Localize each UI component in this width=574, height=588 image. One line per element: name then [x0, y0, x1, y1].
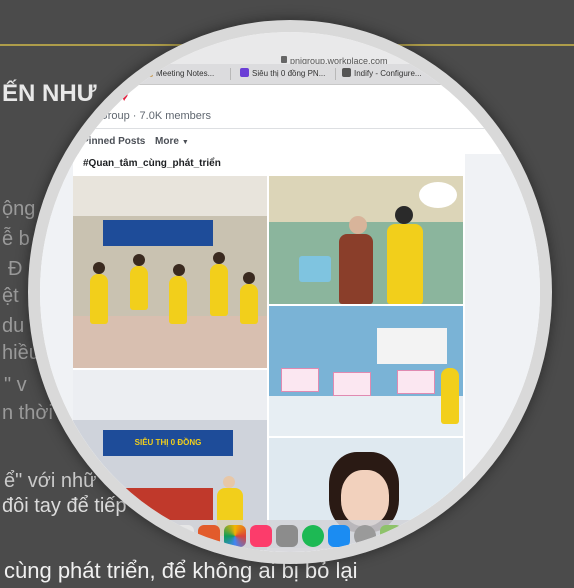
person — [169, 276, 187, 324]
header-divider — [78, 128, 498, 129]
donation-sign — [397, 370, 435, 394]
tab-pinned-posts[interactable]: Pinned Posts — [82, 136, 145, 147]
photos-icon[interactable] — [224, 525, 246, 547]
tab-indify[interactable]: Indify - Configure... — [342, 67, 422, 81]
system-preferences-icon[interactable] — [354, 525, 376, 547]
tab-sieu-thi[interactable]: Siêu thị 0 đồng PN... — [240, 67, 325, 81]
tab-more[interactable]: More ▼ — [155, 136, 189, 147]
post-photo[interactable] — [269, 176, 463, 304]
person — [240, 284, 258, 324]
doc-line: Đ — [8, 258, 23, 280]
person — [93, 262, 105, 274]
lock-icon — [281, 56, 287, 63]
tab-meeting-notes[interactable]: Meeting Notes... — [144, 67, 214, 81]
person — [213, 252, 225, 264]
chevron-down-icon: ▼ — [181, 139, 189, 146]
post-photo[interactable] — [269, 306, 463, 436]
person — [133, 254, 145, 266]
person — [243, 272, 255, 284]
ceiling — [73, 370, 267, 420]
person — [441, 368, 459, 424]
doc-line: du — [2, 315, 25, 337]
person — [395, 206, 413, 224]
app-store-icon[interactable] — [328, 525, 350, 547]
group-meta: n Group · 7.0K members — [90, 110, 212, 122]
magnifier-lens: pnjgroup.workplace.com Meeting Notes... … — [40, 32, 540, 552]
music-icon[interactable] — [250, 525, 272, 547]
spotify-icon[interactable] — [302, 525, 324, 547]
person — [223, 476, 235, 488]
person — [130, 266, 148, 310]
post-hashtag[interactable]: #Quan_tâm_cùng_phát_triển — [83, 158, 221, 169]
supermarket-banner: SIÊU THỊ 0 ĐỒNG — [103, 430, 233, 456]
event-banner — [103, 220, 213, 246]
indify-icon — [342, 68, 351, 77]
person — [90, 274, 108, 324]
ceiling — [73, 176, 267, 216]
donation-sign — [281, 368, 319, 392]
tab-separator — [335, 68, 336, 80]
powerpoint-icon[interactable] — [198, 525, 220, 547]
calendar-icon[interactable] — [172, 525, 194, 547]
person — [210, 264, 228, 316]
floor — [269, 396, 463, 436]
group-name[interactable]: n — [90, 86, 100, 104]
workplace-icon — [240, 68, 249, 77]
goods-crates — [93, 488, 213, 520]
speech-bubble — [419, 182, 457, 208]
app-icon[interactable] — [380, 525, 402, 547]
doc-line: ệt — [2, 285, 19, 307]
post-photo[interactable] — [73, 176, 267, 368]
doc-line: ễ b — [2, 228, 30, 250]
whiteboard — [377, 328, 447, 364]
person — [173, 264, 185, 276]
notes-icon — [144, 68, 153, 77]
doc-line: " v — [4, 374, 27, 396]
tab-separator — [230, 68, 231, 80]
heart-icon: ♥ — [120, 88, 129, 104]
person — [387, 224, 423, 304]
preview-icon[interactable] — [276, 525, 298, 547]
person — [339, 234, 373, 304]
donation-sign — [333, 372, 371, 396]
child-face — [341, 470, 389, 526]
gift-box — [299, 256, 331, 282]
person — [349, 216, 367, 234]
doc-line: ộng — [2, 198, 36, 220]
